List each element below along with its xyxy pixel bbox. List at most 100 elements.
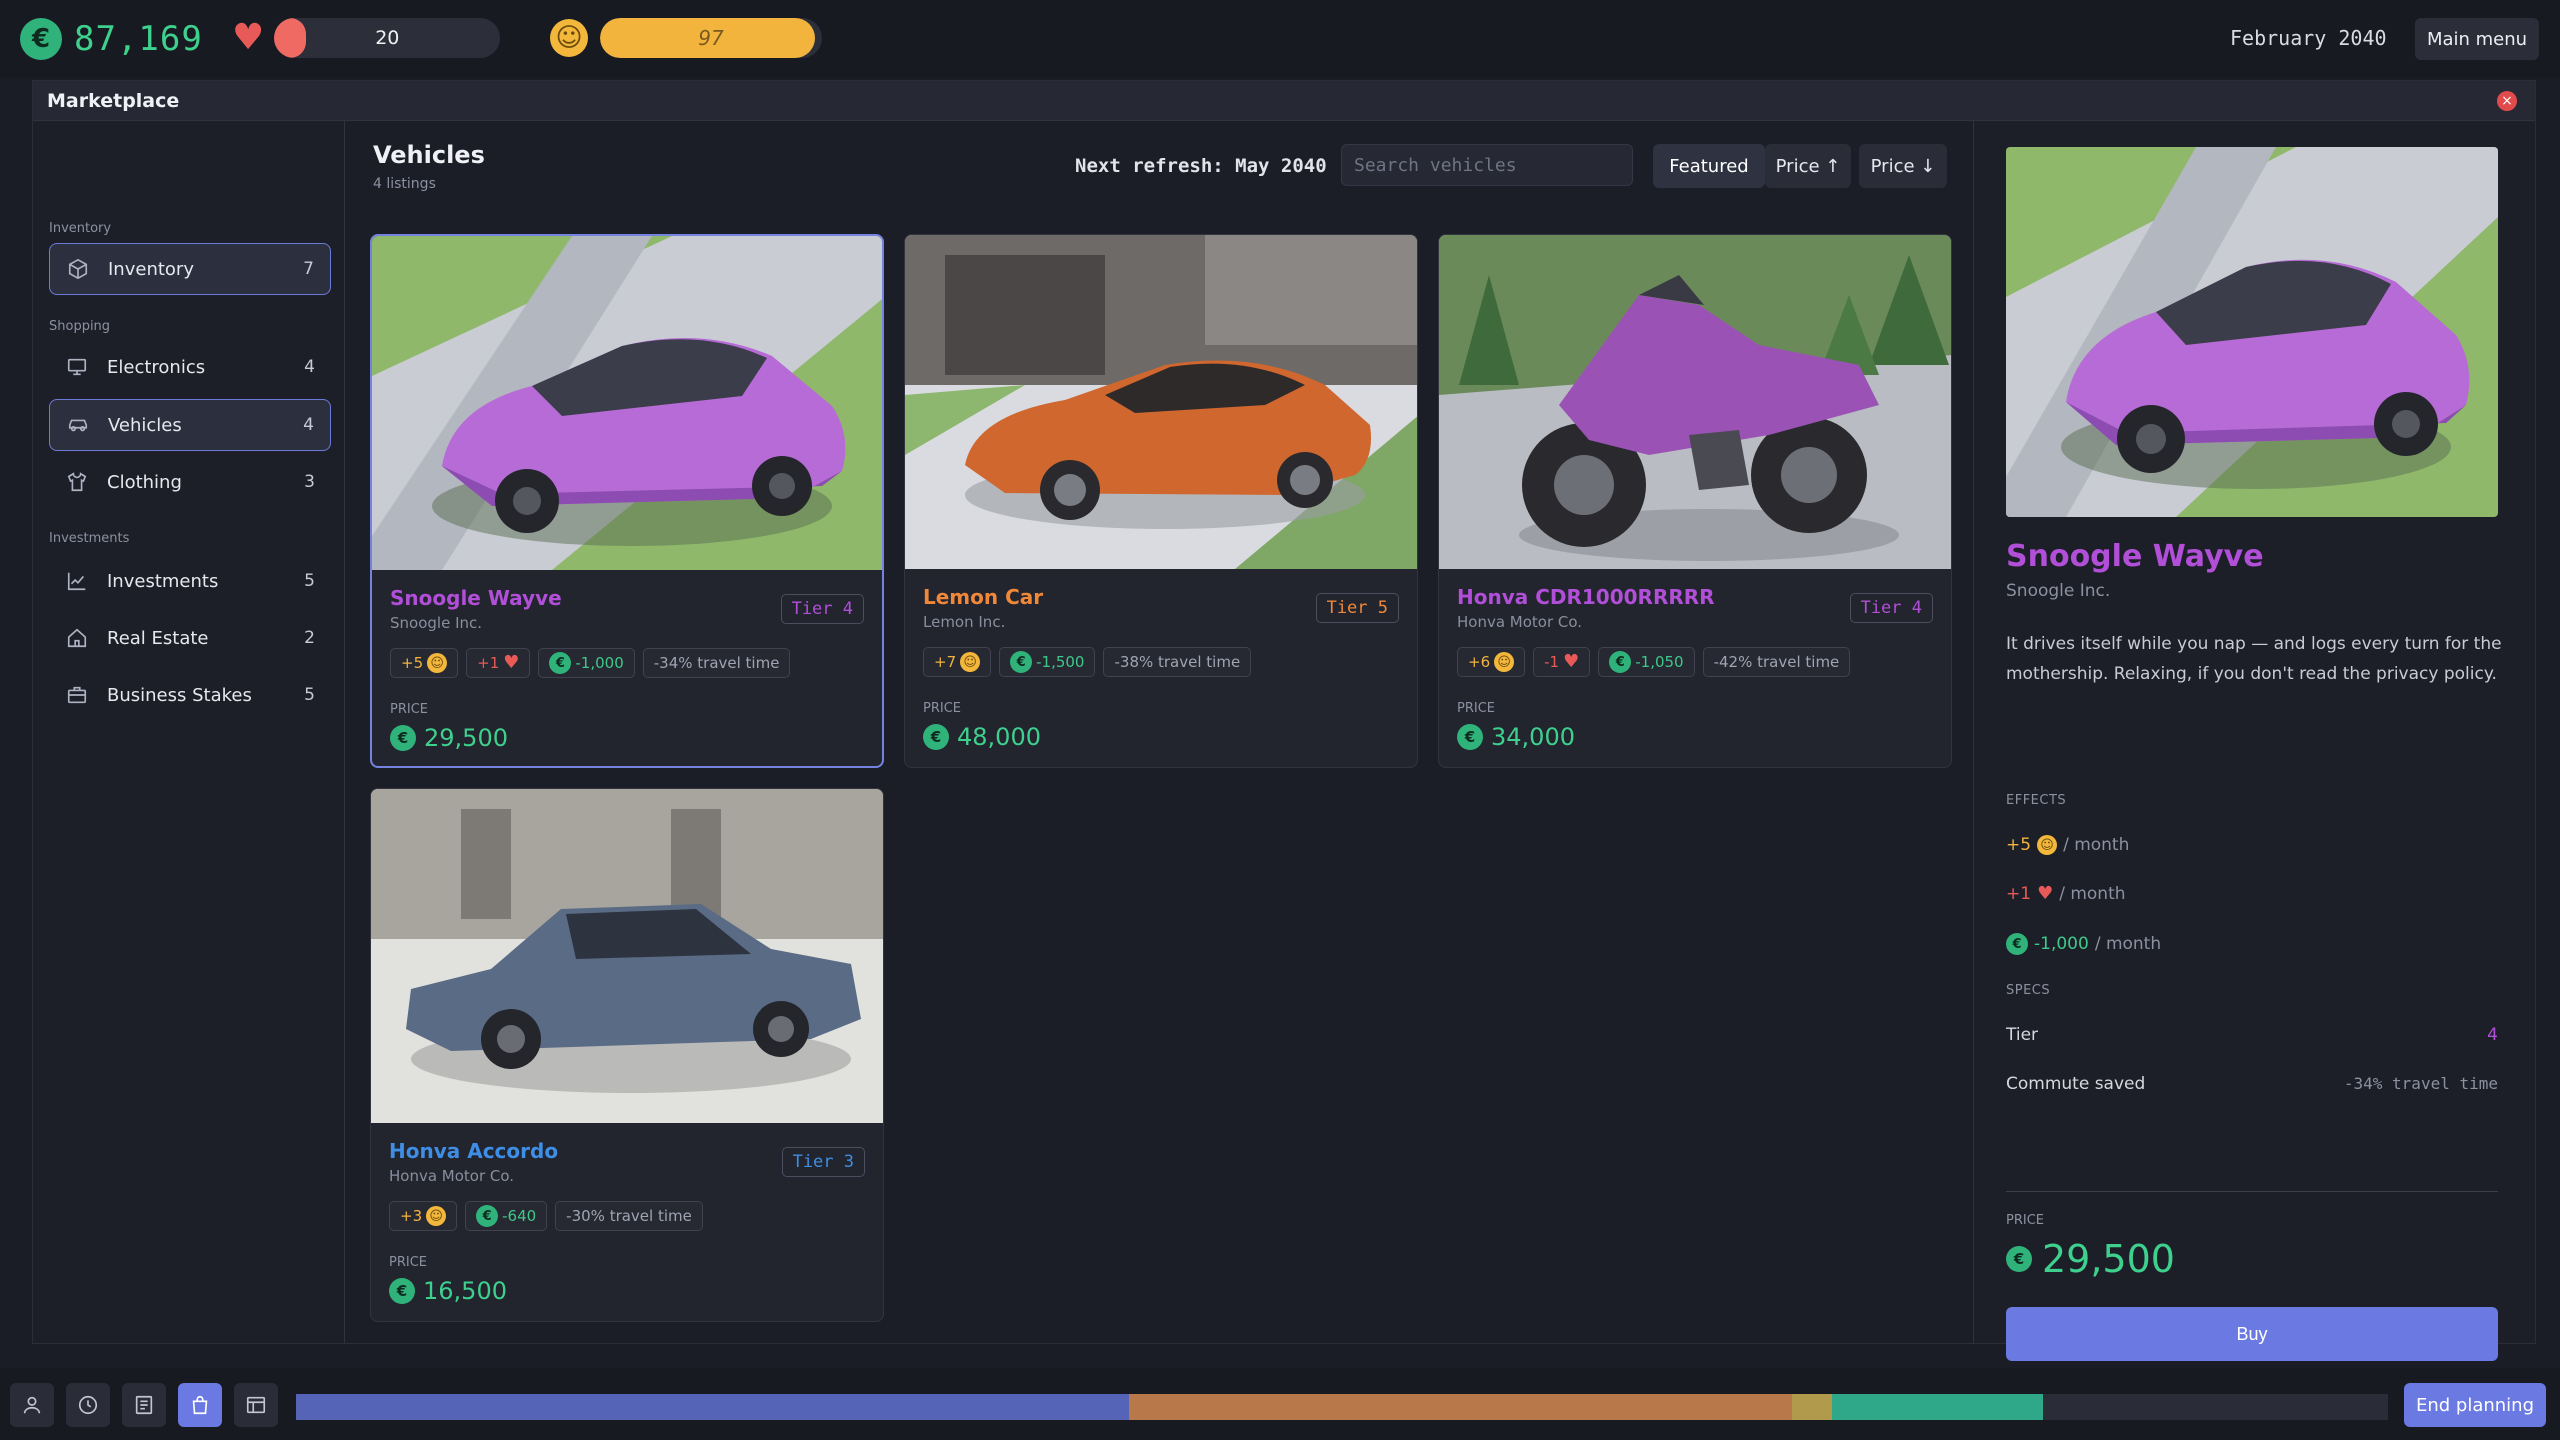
listing-maker: Lemon Inc. (923, 613, 1006, 631)
sort-price-asc-button[interactable]: Price ↑ (1765, 144, 1851, 188)
sidebar-item-electronics[interactable]: Electronics 4 (49, 341, 331, 393)
sidebar-item-business-stakes[interactable]: Business Stakes 5 (49, 669, 331, 721)
listing-card-honva-accordo[interactable]: Honva Accordo Honva Motor Co. Tier 3 +3 ☺… (370, 788, 884, 1322)
close-icon[interactable]: × (2497, 91, 2517, 111)
bottom-toolbar: End planning (0, 1368, 2560, 1440)
sidebar-item-inventory[interactable]: Inventory 7 (49, 243, 331, 295)
listing-card-honva-cdr1000rrrrr[interactable]: Honva CDR1000RRRRR Honva Motor Co. Tier … (1438, 234, 1952, 768)
effect-health: +1 ♥ / month (2006, 883, 2126, 904)
listing-name: Lemon Car (923, 585, 1044, 609)
briefcase-icon (65, 683, 89, 707)
health-bar: 20 (274, 18, 501, 58)
sidebar-item-count: 2 (304, 628, 315, 648)
month-timeline (296, 1394, 2388, 1420)
ledger-icon[interactable] (234, 1383, 278, 1427)
sidebar-section-inventory: Inventory (49, 221, 112, 236)
sort-featured-button[interactable]: Featured (1653, 144, 1765, 188)
sidebar-section-shopping: Shopping (49, 319, 111, 334)
listing-price: €48,000 (923, 723, 1041, 751)
effect-chips: +7 ☺ € -1,500 -38% travel time (923, 647, 1252, 677)
cost-chip: € -1,000 (538, 648, 635, 678)
spec-label: Commute saved (2006, 1074, 2146, 1094)
coin-icon: € (923, 724, 949, 750)
travel-chip: -30% travel time (555, 1201, 703, 1231)
shirt-icon (65, 470, 89, 494)
box-icon (66, 257, 90, 281)
coin-icon: € (1010, 651, 1033, 673)
listing-maker: Honva Motor Co. (389, 1167, 515, 1185)
effect-happiness: +5 ☺ / month (2006, 835, 2130, 855)
listing-name: Honva Accordo (389, 1139, 559, 1163)
vehicle-image (1439, 235, 1951, 569)
sidebar-item-clothing[interactable]: Clothing 3 (49, 456, 331, 508)
detail-price: € 29,500 (2006, 1237, 2175, 1281)
health-display: ♥ 20 (232, 18, 501, 58)
effect-money: € -1,000 / month (2006, 933, 2161, 955)
page-title: Vehicles (373, 141, 485, 169)
newspaper-icon[interactable] (122, 1383, 166, 1427)
price-label: PRICE (923, 701, 961, 716)
clock-icon[interactable] (66, 1383, 110, 1427)
main-menu-button[interactable]: Main menu (2415, 18, 2539, 60)
price-label: PRICE (389, 1255, 427, 1270)
vehicle-image (372, 236, 882, 570)
sidebar-item-real-estate[interactable]: Real Estate 2 (49, 612, 331, 664)
listing-count: 4 listings (373, 176, 436, 192)
top-hud: € 87,169 ♥ 20 ☺ 97 February 2040 Main me… (0, 0, 2560, 78)
effect-chips: +5 ☺ +1 ♥ € -1,000 -34% travel time (390, 648, 791, 678)
car-icon (66, 413, 90, 437)
happiness-chip: +3 ☺ (389, 1201, 458, 1231)
house-icon (65, 626, 89, 650)
health-chip: +1 ♥ (466, 648, 531, 678)
listing-card-snoogle-wayve[interactable]: Snoogle Wayve Snoogle Inc. Tier 4 +5 ☺ +1… (370, 234, 884, 768)
divider (2006, 1191, 2498, 1192)
health-value: 20 (375, 27, 400, 49)
vehicle-image (371, 789, 883, 1123)
chart-icon (65, 569, 89, 593)
sidebar-item-count: 4 (304, 357, 315, 377)
shop-icon[interactable] (178, 1383, 222, 1427)
timeline-segment (1128, 1394, 1792, 1420)
tier-badge: Tier 4 (780, 594, 864, 624)
person-icon[interactable] (10, 1383, 54, 1427)
end-planning-button[interactable]: End planning (2404, 1383, 2546, 1427)
happiness-chip: +6 ☺ (1457, 647, 1526, 677)
specs-heading: SPECS (2006, 983, 2051, 998)
sort-price-desc-button[interactable]: Price ↓ (1859, 144, 1947, 188)
happiness-chip: +5 ☺ (390, 648, 459, 678)
detail-maker: Snoogle Inc. (2006, 581, 2111, 601)
listing-price: €34,000 (1457, 723, 1575, 751)
sidebar-item-label: Electronics (107, 356, 206, 378)
monitor-icon (65, 355, 89, 379)
sidebar-item-label: Investments (107, 570, 219, 592)
buy-button[interactable]: Buy (2006, 1307, 2498, 1361)
effects-heading: EFFECTS (2006, 793, 2067, 808)
sidebar-item-vehicles[interactable]: Vehicles 4 (49, 399, 331, 451)
cost-chip: € -640 (465, 1201, 548, 1231)
sidebar-item-count: 7 (303, 259, 314, 279)
current-date: February 2040 (2230, 26, 2387, 50)
smile-icon: ☺ (427, 653, 448, 673)
happiness-bar: 97 (600, 18, 822, 58)
listing-card-lemon-car[interactable]: Lemon Car Lemon Inc. Tier 5 +7 ☺ € -1,500 … (904, 234, 1418, 768)
sidebar-section-investments: Investments (49, 531, 130, 546)
coin-icon: € (390, 725, 416, 751)
timeline-segment (296, 1394, 1129, 1420)
coin-icon: € (389, 1278, 415, 1304)
spec-row-commute: Commute saved -34% travel time (2006, 1074, 2498, 1094)
listing-name: Honva CDR1000RRRRR (1457, 585, 1715, 609)
sidebar-item-investments[interactable]: Investments 5 (49, 555, 331, 607)
search-input[interactable] (1341, 144, 1633, 186)
spec-label: Tier (2006, 1025, 2039, 1045)
heart-icon: ♥ (503, 652, 520, 673)
sidebar-item-count: 5 (304, 571, 315, 591)
sidebar-item-count: 3 (304, 472, 315, 492)
effect-chips: +3 ☺ € -640 -30% travel time (389, 1201, 703, 1231)
money-display: € 87,169 (20, 18, 203, 60)
travel-chip: -42% travel time (1702, 647, 1851, 677)
money-value: 87,169 (74, 19, 203, 59)
health-chip: -1 ♥ (1533, 647, 1591, 677)
price-label: PRICE (390, 702, 428, 717)
vehicle-image (905, 235, 1417, 569)
tier-badge: Tier 3 (781, 1147, 865, 1177)
